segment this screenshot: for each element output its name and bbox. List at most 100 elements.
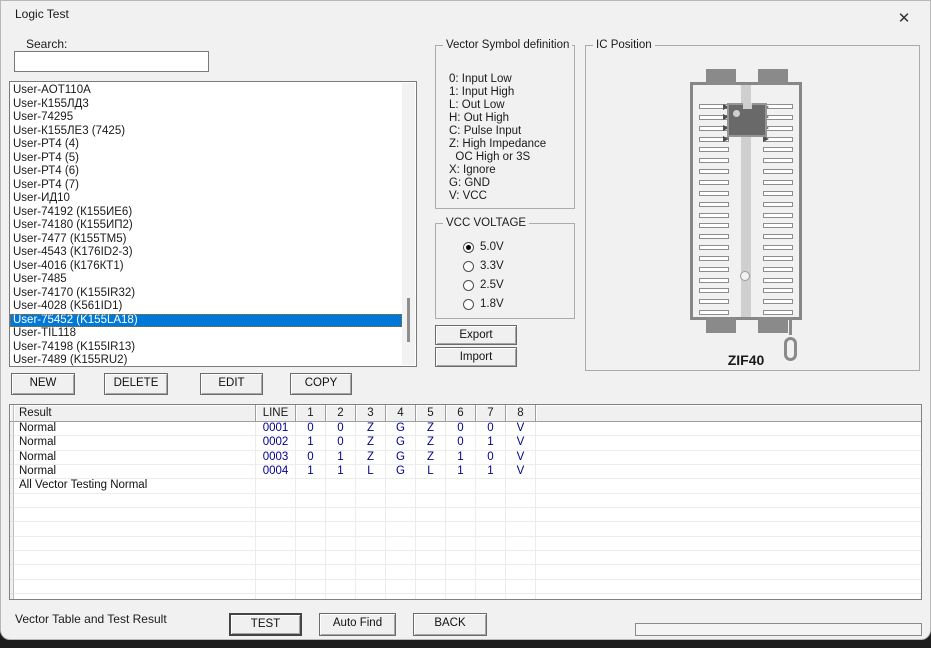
delete-button[interactable]: DELETE (104, 373, 168, 395)
vcc-radio-option[interactable]: 3.3V (463, 260, 504, 272)
column-header[interactable]: 2 (326, 405, 356, 422)
table-row[interactable] (10, 494, 921, 508)
list-item[interactable]: User-4016 (К176КТ1) (10, 260, 402, 274)
column-header[interactable]: 1 (296, 405, 326, 422)
pin-slot (699, 104, 729, 109)
table-row[interactable] (10, 565, 921, 579)
column-header[interactable]: Result (14, 405, 256, 422)
vcc-radio-option[interactable]: 5.0V (463, 241, 504, 253)
column-header[interactable]: 5 (416, 405, 446, 422)
list-item[interactable]: User-4028 (K561ID1) (10, 300, 402, 314)
list-item[interactable]: User-TIL118 (10, 327, 402, 341)
cell-filler (536, 522, 921, 536)
list-item[interactable]: User-4543 (K176ID2-3) (10, 246, 402, 260)
close-icon[interactable]: ✕ (884, 4, 924, 32)
listbox-scrollbar[interactable] (402, 83, 415, 365)
cell-pin: G (386, 422, 416, 436)
table-row[interactable]: Normal000210ZGZ01V (10, 436, 921, 450)
list-item[interactable]: User-AOT110A (10, 84, 402, 98)
cell-line: 0004 (256, 465, 296, 479)
column-header[interactable]: 8 (506, 405, 536, 422)
cell-pin (476, 494, 506, 508)
cell-pin (296, 537, 326, 551)
cell-pin (326, 594, 356, 600)
list-item[interactable]: User-7489 (K155RU2) (10, 354, 402, 367)
list-item[interactable]: User-РТ4 (4) (10, 138, 402, 152)
list-item[interactable]: User-74180 (К155ИП2) (10, 219, 402, 233)
pin-slot (763, 180, 793, 185)
auto-find-button[interactable]: Auto Find (319, 613, 396, 636)
table-row[interactable] (10, 508, 921, 522)
scrollbar-thumb[interactable] (407, 298, 410, 342)
chip-notch (743, 103, 752, 109)
pin-slot (699, 223, 729, 228)
list-item[interactable]: User-К155ЛЕ3 (7425) (10, 125, 402, 139)
list-item[interactable]: User-74198 (K155IR13) (10, 341, 402, 355)
radio-icon[interactable] (463, 242, 474, 253)
copy-button[interactable]: COPY (290, 373, 352, 395)
list-item[interactable]: User-74170 (K155IR32) (10, 287, 402, 301)
list-item[interactable]: User-74295 (10, 111, 402, 125)
test-button[interactable]: TEST (229, 613, 302, 636)
column-header[interactable]: 3 (356, 405, 386, 422)
list-item[interactable]: User-РТ4 (6) (10, 165, 402, 179)
cell-result (14, 594, 256, 600)
radio-icon[interactable] (463, 280, 474, 291)
list-item[interactable]: User-7485 (10, 273, 402, 287)
radio-label: 2.5V (480, 279, 504, 291)
column-header[interactable]: 7 (476, 405, 506, 422)
table-row[interactable] (10, 537, 921, 551)
table-row[interactable] (10, 551, 921, 565)
column-header[interactable]: 4 (386, 405, 416, 422)
cell-pin (476, 537, 506, 551)
table-row[interactable] (10, 580, 921, 594)
vcc-radio-option[interactable]: 2.5V (463, 279, 504, 291)
cell-pin (296, 508, 326, 522)
radio-label: 3.3V (480, 260, 504, 272)
cell-pin: 0 (476, 422, 506, 436)
list-item[interactable]: User-75452 (K155LA18) (10, 314, 402, 328)
cell-pin (476, 580, 506, 594)
vector-table[interactable]: ResultLINE12345678 Normal000100ZGZ00VNor… (9, 404, 922, 600)
footer-label: Vector Table and Test Result (15, 612, 167, 626)
pin-slot (699, 158, 729, 163)
list-item[interactable]: User-74192 (К155ИЕ6) (10, 206, 402, 220)
cell-line (256, 551, 296, 565)
column-header[interactable]: LINE (256, 405, 296, 422)
cell-line: 0002 (256, 436, 296, 450)
list-item[interactable]: User-ИД10 (10, 192, 402, 206)
list-item[interactable]: User-К155ЛД3 (10, 98, 402, 112)
cell-filler (536, 451, 921, 465)
radio-icon[interactable] (463, 299, 474, 310)
table-row[interactable]: All Vector Testing Normal (10, 479, 921, 493)
column-header[interactable]: 6 (446, 405, 476, 422)
vcc-radio-option[interactable]: 1.8V (463, 298, 504, 310)
table-row[interactable]: Normal000411LGL11V (10, 465, 921, 479)
cell-line: 0001 (256, 422, 296, 436)
socket-tab (758, 69, 788, 85)
edit-button[interactable]: EDIT (200, 373, 263, 395)
cell-line (256, 537, 296, 551)
list-item[interactable]: User-7477 (К155ТМ5) (10, 233, 402, 247)
cell-filler (536, 494, 921, 508)
table-row[interactable] (10, 522, 921, 536)
cell-pin (506, 508, 536, 522)
ic-listbox[interactable]: User-AOT110AUser-К155ЛД3User-74295User-К… (9, 81, 417, 367)
new-button[interactable]: NEW (11, 373, 75, 395)
vector-symbol-list: 0: Input Low1: Input HighL: Out LowH: Ou… (449, 73, 546, 203)
import-button[interactable]: Import (435, 347, 517, 367)
cell-result: Normal (14, 422, 256, 436)
table-row[interactable]: Normal000301ZGZ10V (10, 451, 921, 465)
list-item[interactable]: User-РТ4 (5) (10, 152, 402, 166)
search-input[interactable] (14, 51, 209, 72)
table-row[interactable] (10, 594, 921, 600)
cell-filler (536, 537, 921, 551)
vector-symbol-line: V: VCC (449, 190, 546, 203)
pin-slot (699, 126, 729, 131)
list-item[interactable]: User-РТ4 (7) (10, 179, 402, 193)
cell-line (256, 580, 296, 594)
back-button[interactable]: BACK (413, 613, 487, 636)
table-row[interactable]: Normal000100ZGZ00V (10, 422, 921, 436)
export-button[interactable]: Export (435, 325, 517, 345)
radio-icon[interactable] (463, 261, 474, 272)
